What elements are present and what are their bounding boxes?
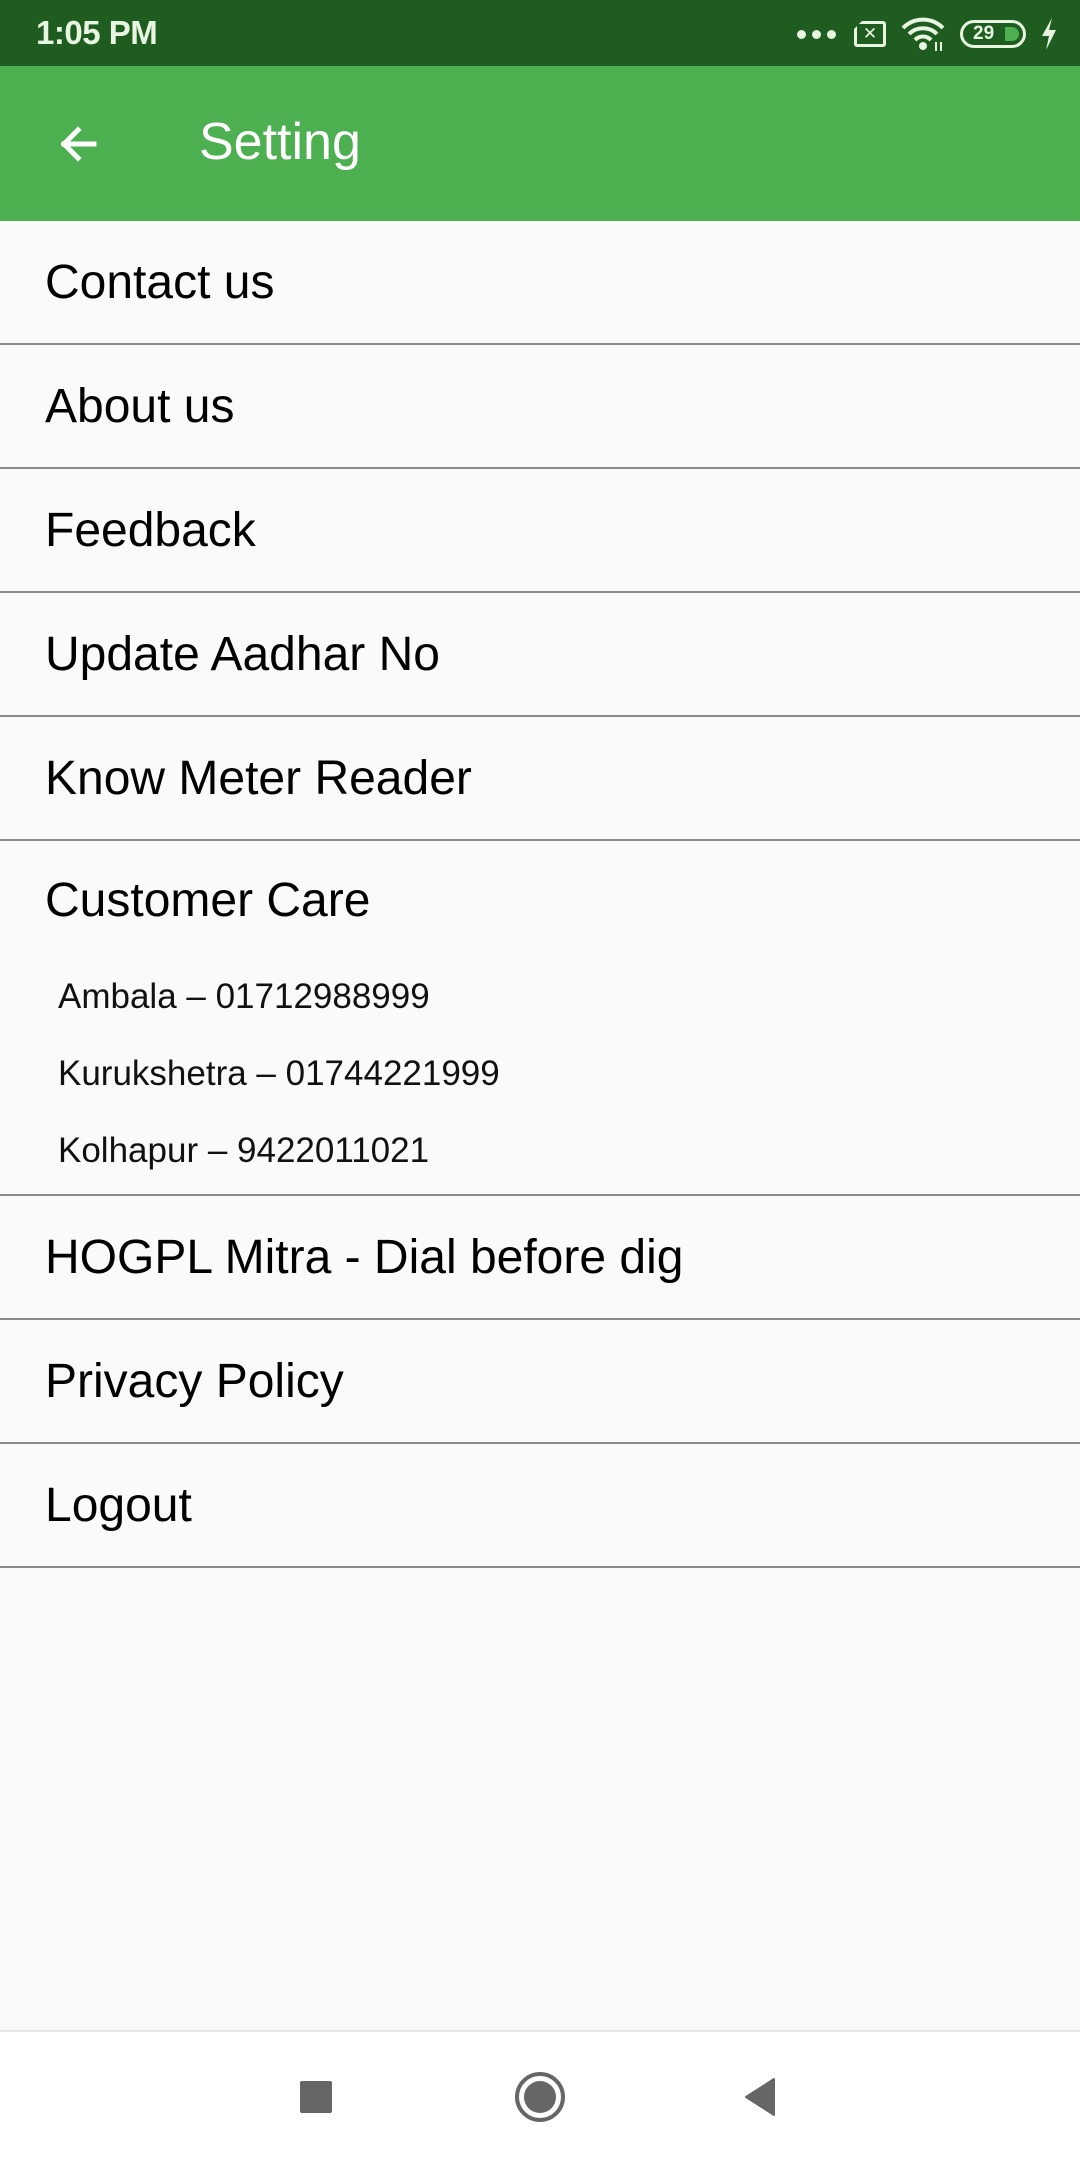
- menu-item-hogpl-mitra[interactable]: HOGPL Mitra - Dial before dig: [0, 1196, 1080, 1320]
- status-icons: ✕ 29: [797, 14, 1058, 54]
- back-nav-button[interactable]: [720, 2062, 800, 2132]
- more-dots-icon: [797, 29, 836, 39]
- back-icon: [745, 2078, 775, 2116]
- page-title: Setting: [199, 113, 361, 171]
- home-button[interactable]: [500, 2062, 580, 2132]
- status-bar: 1:05 PM ✕ 29: [0, 0, 1080, 66]
- menu-item-logout[interactable]: Logout: [0, 1444, 1080, 1568]
- customer-care-phone-ambala[interactable]: Ambala – 01712988999: [58, 977, 430, 1017]
- menu-item-feedback[interactable]: Feedback: [0, 469, 1080, 593]
- menu-item-about-us[interactable]: About us: [0, 345, 1080, 469]
- menu-item-contact-us[interactable]: Contact us: [0, 221, 1080, 345]
- no-sim-icon: ✕: [854, 21, 886, 47]
- arrow-back-icon: [60, 126, 97, 162]
- status-time: 1:05 PM: [36, 14, 158, 51]
- customer-care-title: Customer Care: [45, 874, 371, 927]
- back-button[interactable]: [40, 106, 116, 182]
- customer-care-section: Customer Care Ambala – 01712988999 Kuruk…: [0, 841, 1080, 1196]
- settings-list: Contact us About us Feedback Update Aadh…: [0, 221, 1080, 1568]
- menu-item-know-meter-reader[interactable]: Know Meter Reader: [0, 717, 1080, 841]
- wifi-icon: [901, 17, 945, 51]
- recents-button[interactable]: [276, 2062, 356, 2132]
- system-nav-bar: [0, 2030, 1080, 2162]
- charging-bolt-icon: [1042, 18, 1056, 50]
- home-icon: [515, 2072, 565, 2122]
- battery-level: 29: [973, 23, 995, 44]
- app-bar: Setting: [0, 66, 1080, 221]
- customer-care-phone-kolhapur[interactable]: Kolhapur – 9422011021: [58, 1131, 429, 1171]
- battery-icon: 29: [960, 20, 1026, 48]
- menu-item-update-aadhar[interactable]: Update Aadhar No: [0, 593, 1080, 717]
- customer-care-phone-kurukshetra[interactable]: Kurukshetra – 01744221999: [58, 1054, 500, 1094]
- menu-item-privacy-policy[interactable]: Privacy Policy: [0, 1320, 1080, 1444]
- recents-icon: [300, 2081, 332, 2113]
